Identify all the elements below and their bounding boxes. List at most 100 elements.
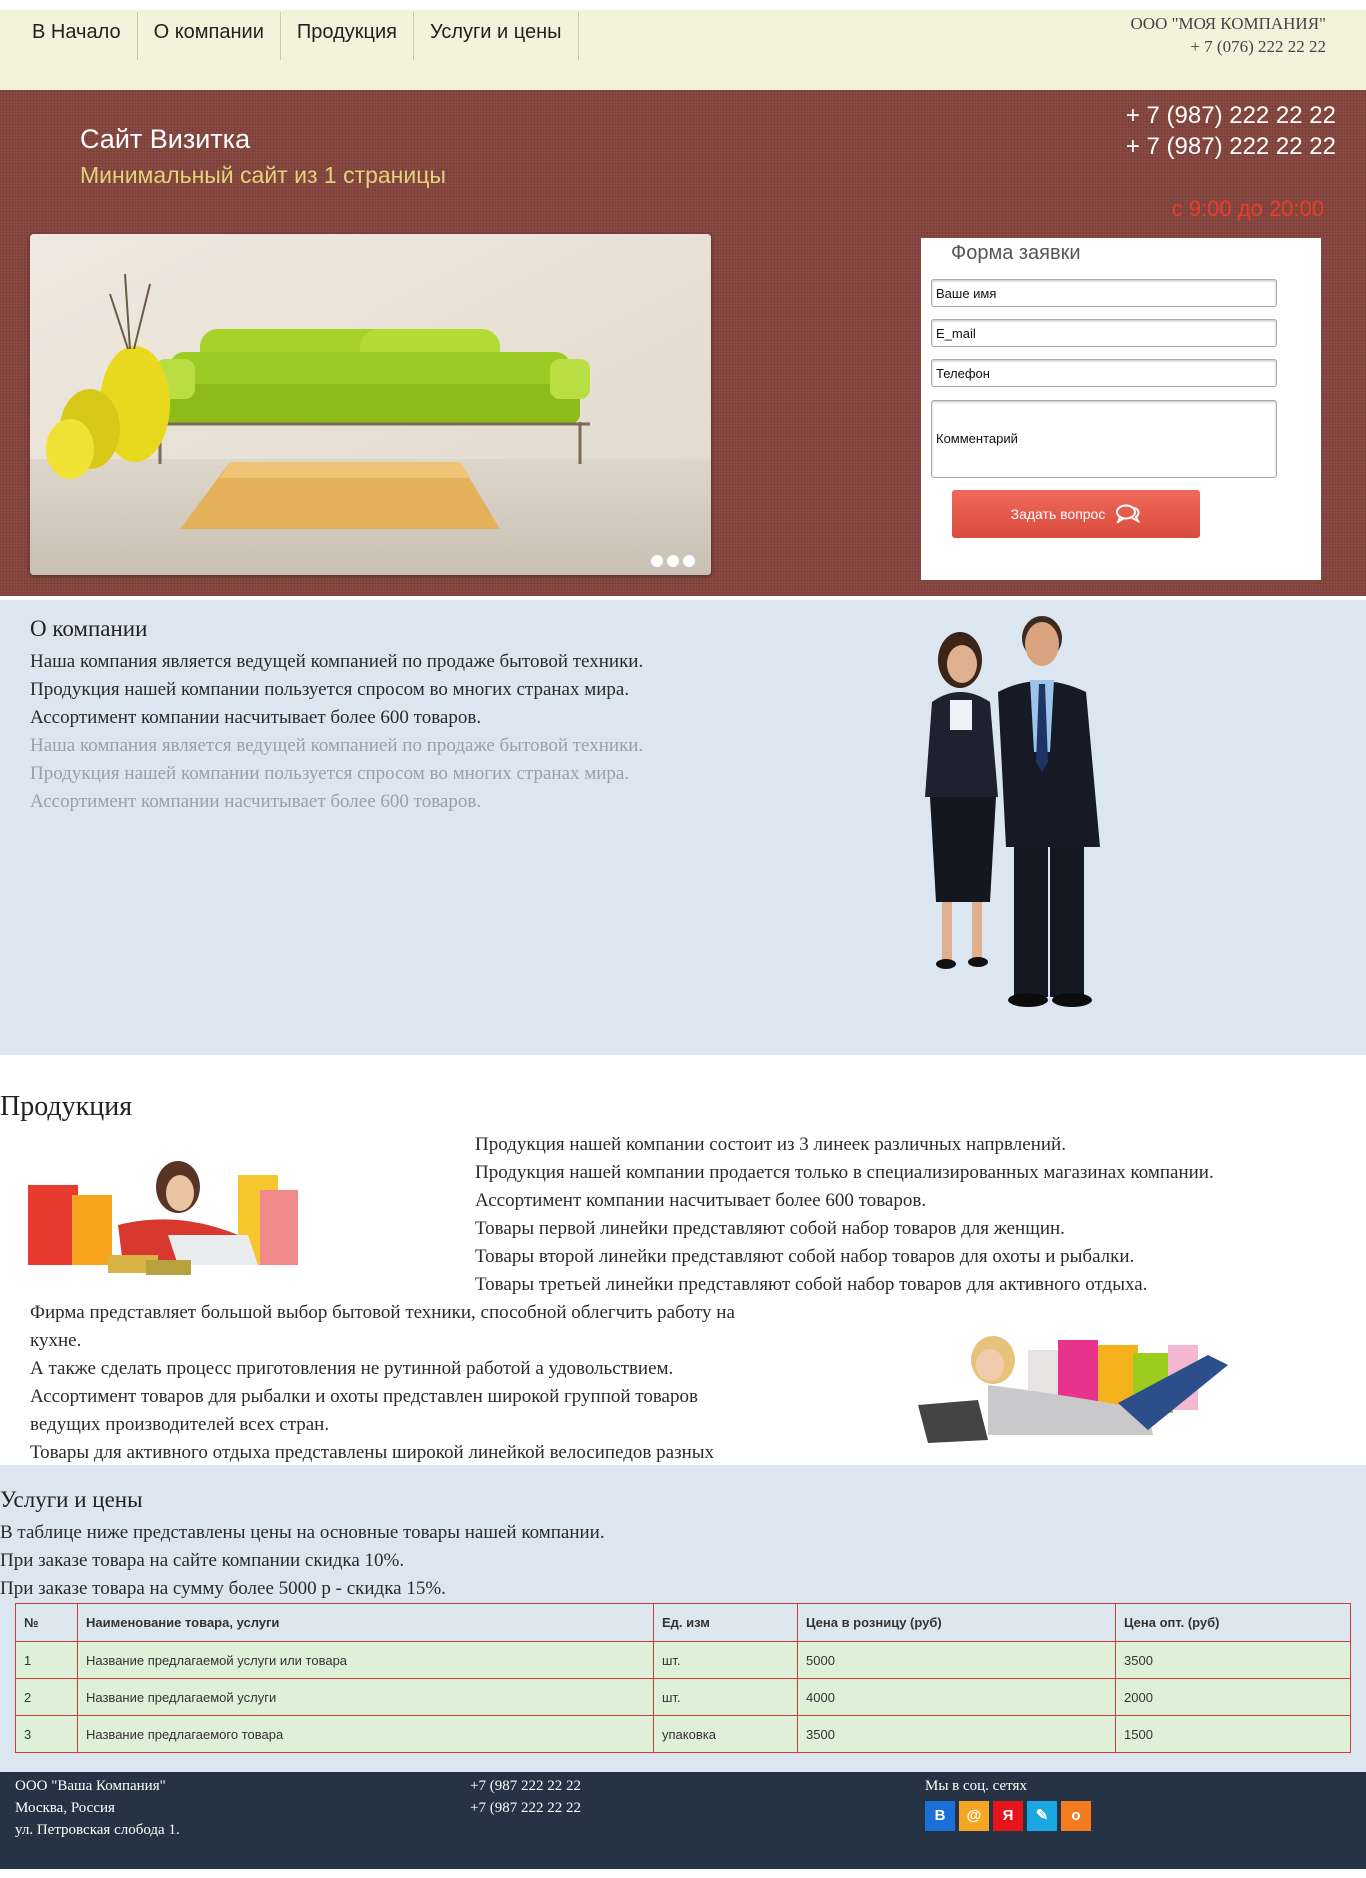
table-cell: упаковка: [653, 1715, 798, 1753]
table-header-row: № Наименование товара, услуги Ед. изм Це…: [15, 1603, 1351, 1642]
about-section: О компании Наша компания является ведуще…: [0, 600, 1366, 1055]
name-input[interactable]: [931, 279, 1277, 307]
products-line: Фирма представляет большой выбор бытовой…: [30, 1302, 735, 1351]
hero-subtitle: Минимальный сайт из 1 страницы: [80, 162, 446, 188]
table-cell: 3: [15, 1715, 78, 1753]
services-intro: В таблице ниже представлены цены на осно…: [0, 1519, 605, 1603]
price-table: № Наименование товара, услуги Ед. изм Це…: [15, 1603, 1351, 1753]
footer: ООО "Ваша Компания" Москва, Россия ул. П…: [0, 1772, 1366, 1869]
footer-company: ООО "Ваша Компания": [15, 1778, 166, 1794]
ask-question-button[interactable]: Задать вопрос: [952, 490, 1200, 538]
table-header-cell: Цена в розницу (руб): [797, 1603, 1116, 1642]
table-row: 3 Название предлагаемого товара упаковка…: [15, 1715, 1351, 1753]
yandex-icon[interactable]: Я: [993, 1801, 1023, 1831]
about-line: Ассортимент компании насчитывает более 6…: [30, 707, 482, 728]
slider-dot-3[interactable]: [683, 555, 695, 567]
table-cell: 1: [15, 1641, 78, 1679]
products-line: Товары второй линейки представляют собой…: [475, 1246, 1135, 1267]
comment-input[interactable]: [931, 400, 1277, 478]
shopping-girl-card-image: [918, 1336, 1228, 1443]
nav-item-home[interactable]: В Начало: [16, 12, 138, 60]
nav-item-about[interactable]: О компании: [138, 12, 281, 60]
slider-dot-1[interactable]: [651, 555, 663, 567]
table-header-cell: №: [15, 1603, 78, 1642]
about-title: О компании: [30, 616, 148, 641]
services-intro-line: В таблице ниже представлены цены на осно…: [0, 1522, 605, 1543]
mailru-icon[interactable]: @: [959, 1801, 989, 1831]
table-cell: 2: [15, 1678, 78, 1716]
products-line: Продукция нашей компании продается тольк…: [475, 1162, 1214, 1183]
table-header-cell: Цена опт. (руб): [1115, 1603, 1351, 1642]
email-input[interactable]: [931, 319, 1277, 347]
shopping-woman-laptop-image: [28, 1161, 298, 1275]
table-header-cell: Ед. изм: [653, 1603, 798, 1642]
footer-address: ООО "Ваша Компания" Москва, Россия ул. П…: [15, 1775, 180, 1841]
phone-input[interactable]: [931, 359, 1277, 387]
hero-section: Сайт Визитка Минимальный сайт из 1 стран…: [0, 90, 1366, 596]
table-cell: 2000: [1115, 1678, 1351, 1716]
table-cell: шт.: [653, 1678, 798, 1716]
footer-phone-1: +7 (987 222 22 22: [470, 1778, 581, 1794]
vkontakte-icon[interactable]: В: [925, 1801, 955, 1831]
hero-title: Сайт Визитка: [80, 124, 251, 154]
products-line: Продукция нашей компании состоит из 3 ли…: [475, 1134, 1066, 1155]
company-name: ООО "МОЯ КОМПАНИЯ": [1130, 14, 1326, 33]
hero-phone-2: + 7 (987) 222 22 22: [1125, 133, 1336, 160]
products-line: Товары первой линейки представляют собой…: [475, 1218, 1065, 1239]
working-hours: с 9:00 до 20:00: [1171, 196, 1324, 221]
table-cell: 3500: [797, 1715, 1116, 1753]
footer-phone-2: +7 (987 222 22 22: [470, 1800, 581, 1816]
odnoklassniki-icon[interactable]: о: [1061, 1801, 1091, 1831]
about-line-faded: Ассортимент компании насчитывает более 6…: [30, 791, 482, 812]
nav-item-services[interactable]: Услуги и цены: [414, 12, 579, 60]
top-bar: В Начало О компании Продукция Услуги и ц…: [0, 10, 1366, 90]
services-title: Услуги и цены: [0, 1487, 143, 1512]
about-line-faded: Наша компания является ведущей компанией…: [30, 735, 644, 756]
footer-social: Мы в соц. сетях В @ Я ✎ о: [925, 1775, 1091, 1831]
table-row: 2 Название предлагаемой услуги шт. 4000 …: [15, 1678, 1351, 1716]
footer-city: Москва, Россия: [15, 1800, 115, 1816]
request-form: Форма заявки Задать вопрос: [921, 238, 1321, 580]
sofa-image: [30, 234, 711, 575]
main-nav: В Начало О компании Продукция Услуги и ц…: [16, 12, 579, 60]
products-line: А также сделать процесс приготовления не…: [30, 1358, 674, 1379]
services-intro-line: При заказе товара на сайте компании скид…: [0, 1550, 405, 1571]
table-header-cell: Наименование товара, услуги: [77, 1603, 654, 1642]
business-people-photo: [925, 616, 1100, 1007]
services-section: Услуги и цены В таблице ниже представлен…: [0, 1465, 1366, 1772]
slider-dots: [651, 555, 695, 567]
livejournal-icon[interactable]: ✎: [1027, 1801, 1057, 1831]
table-cell: Название предлагаемой услуги: [77, 1678, 654, 1716]
nav-item-products[interactable]: Продукция: [281, 12, 414, 60]
about-text: Наша компания является ведущей компанией…: [30, 648, 643, 816]
form-title: Форма заявки: [951, 242, 1081, 264]
image-slider[interactable]: [30, 234, 711, 575]
table-cell: 4000: [797, 1678, 1116, 1716]
about-line-faded: Продукция нашей компании пользуется спро…: [30, 763, 630, 784]
company-contact: ООО "МОЯ КОМПАНИЯ" + 7 (076) 222 22 22: [1131, 12, 1326, 58]
social-icons: В @ Я ✎ о: [925, 1801, 1091, 1831]
products-text-right: Продукция нашей компании состоит из 3 ли…: [475, 1131, 1214, 1299]
services-intro-line: При заказе товара на сумму более 5000 р …: [0, 1578, 446, 1599]
table-cell: 1500: [1115, 1715, 1351, 1753]
products-line: Товары третьей линейки представляют собо…: [475, 1274, 1148, 1295]
footer-street: ул. Петровская слобода 1.: [15, 1822, 180, 1838]
hero-phones: + 7 (987) 222 22 22 + 7 (987) 222 22 22: [1126, 100, 1336, 162]
slider-dot-2[interactable]: [667, 555, 679, 567]
table-cell: Название предлагаемой услуги или товара: [77, 1641, 654, 1679]
products-title: Продукция: [0, 1091, 133, 1122]
table-cell: Название предлагаемого товара: [77, 1715, 654, 1753]
about-line: Продукция нашей компании пользуется спро…: [30, 679, 630, 700]
about-line: Наша компания является ведущей компанией…: [30, 651, 644, 672]
company-phone: + 7 (076) 222 22 22: [1190, 37, 1326, 56]
table-cell: шт.: [653, 1641, 798, 1679]
table-cell: 5000: [797, 1641, 1116, 1679]
hero-phone-1: + 7 (987) 222 22 22: [1125, 102, 1336, 129]
table-cell: 3500: [1115, 1641, 1351, 1679]
social-title: Мы в соц. сетях: [925, 1778, 1027, 1794]
chat-bubbles-icon: [1115, 503, 1141, 526]
products-line: Ассортимент компании насчитывает более 6…: [475, 1190, 927, 1211]
products-section: Продукция Продукция нашей компании состо…: [0, 1055, 1366, 1491]
ask-question-label: Задать вопрос: [1010, 506, 1106, 522]
footer-phones: +7 (987 222 22 22 +7 (987 222 22 22: [470, 1775, 581, 1819]
